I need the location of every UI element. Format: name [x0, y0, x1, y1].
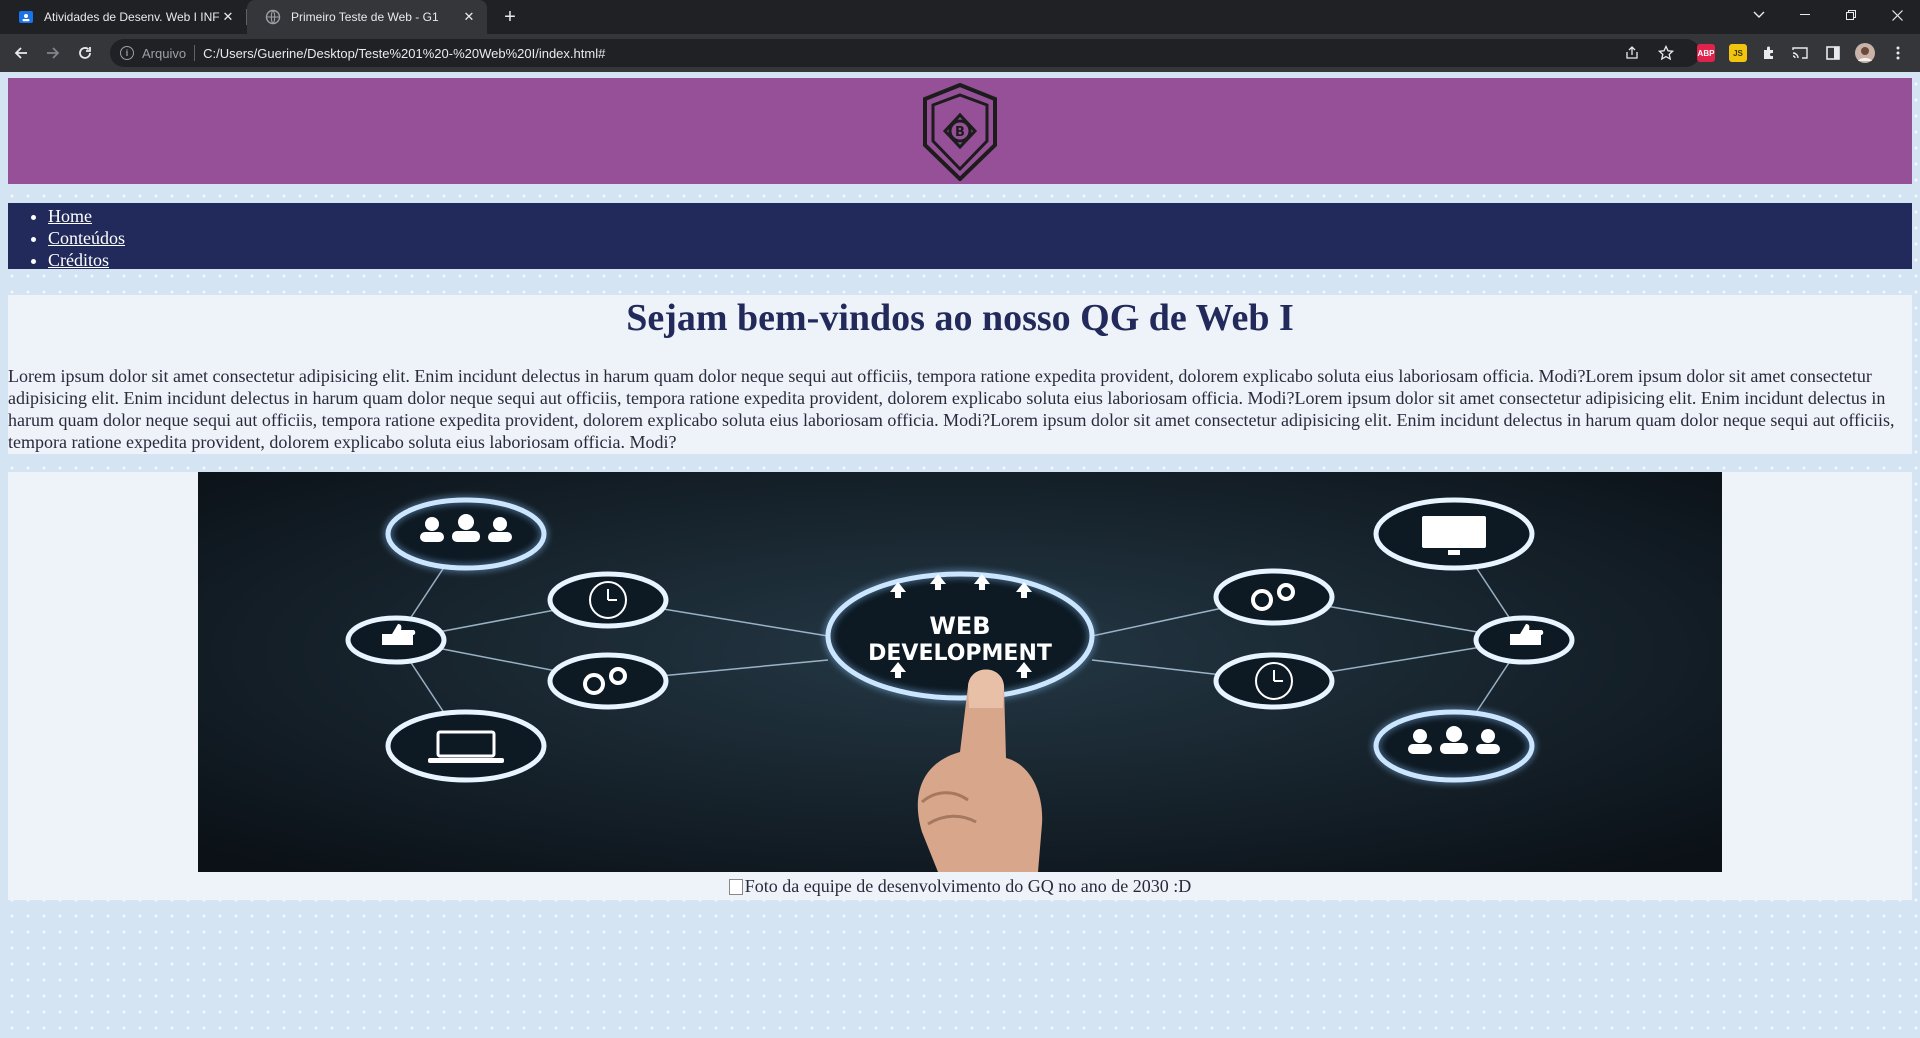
hero-text-web: WEB	[929, 612, 990, 640]
nav-item-home: Home	[48, 205, 1912, 227]
new-tab-button[interactable]: +	[498, 5, 522, 29]
logo-letter: B	[955, 125, 965, 140]
omnibox-divider	[194, 45, 196, 61]
extension-label: ABP	[1697, 48, 1715, 58]
tab-title: Primeiro Teste de Web - G1	[291, 10, 439, 24]
main-nav: Home Conteúdos Créditos	[8, 203, 1912, 271]
google-classroom-icon	[19, 11, 33, 23]
nav-item-creditos: Créditos	[48, 249, 1912, 271]
page-title: Sejam bem-vindos ao nosso QG de Web I	[626, 297, 1294, 339]
tab-search-icon[interactable]	[1736, 0, 1782, 30]
extensions-puzzle-icon[interactable]	[1757, 41, 1781, 65]
side-panel-icon[interactable]	[1821, 41, 1845, 65]
info-icon[interactable]: i	[120, 46, 134, 60]
reload-icon[interactable]	[73, 41, 97, 65]
bitcoin-shield-logo: B	[923, 83, 997, 181]
javascript-toggle-icon[interactable]: JS	[1729, 44, 1747, 62]
address-bar[interactable]: i Arquivo C:/Users/Guerine/Desktop/Teste…	[110, 39, 1700, 67]
forward-arrow-icon[interactable]	[41, 41, 65, 65]
image-caption: Foto da equipe de desenvolvimento do GQ …	[8, 876, 1912, 897]
site-header: B	[8, 78, 1912, 184]
globe-icon	[265, 9, 281, 25]
minimize-button[interactable]	[1782, 0, 1828, 30]
security-label: Arquivo	[142, 45, 187, 61]
profile-avatar[interactable]	[1853, 41, 1877, 65]
tab-strip: Atividades de Desenv. Web I INFO ✕ Prime…	[0, 0, 1920, 34]
caption-text: Foto da equipe de desenvolvimento do GQ …	[744, 876, 1192, 896]
broken-image-icon	[728, 878, 743, 895]
url-text[interactable]: C:/Users/Guerine/Desktop/Teste%201%20-%2…	[203, 46, 605, 61]
close-tab-icon[interactable]: ✕	[220, 9, 236, 25]
nav-link-creditos[interactable]: Créditos	[48, 250, 109, 270]
close-window-button[interactable]	[1874, 0, 1920, 30]
tab-primeiro-teste[interactable]: Primeiro Teste de Web - G1 ✕	[247, 0, 487, 34]
extension-label: JS	[1733, 48, 1743, 58]
browser-menu-icon[interactable]	[1886, 41, 1910, 65]
nav-item-conteudos: Conteúdos	[48, 227, 1912, 249]
tab-title: Atividades de Desenv. Web I INFO	[44, 10, 220, 24]
restore-button[interactable]	[1828, 0, 1874, 30]
intro-paragraph: Lorem ipsum dolor sit amet consectetur a…	[8, 366, 1895, 452]
adblock-plus-icon[interactable]: ABP	[1697, 44, 1715, 62]
web-development-hero-image: WEB DEVELOPMENT	[198, 472, 1722, 872]
share-icon[interactable]	[1620, 41, 1644, 65]
browser-toolbar: i Arquivo C:/Users/Guerine/Desktop/Teste…	[0, 34, 1920, 72]
cast-icon[interactable]	[1788, 41, 1812, 65]
nav-link-conteudos[interactable]: Conteúdos	[48, 228, 125, 248]
media-section: WEB DEVELOPMENT Foto da equipe de desenv…	[8, 472, 1912, 900]
tab-atividades[interactable]: Atividades de Desenv. Web I INFO ✕	[0, 0, 246, 34]
back-arrow-icon[interactable]	[9, 41, 33, 65]
close-tab-icon[interactable]: ✕	[461, 9, 477, 25]
hero-text-development: DEVELOPMENT	[868, 641, 1052, 666]
intro-section: Sejam bem-vindos ao nosso QG de Web I Lo…	[8, 295, 1912, 454]
nav-link-home[interactable]: Home	[48, 206, 92, 226]
page-viewport: B Home Conteúdos Créditos Sejam bem-vind…	[0, 72, 1920, 1038]
bookmark-star-icon[interactable]	[1654, 41, 1678, 65]
